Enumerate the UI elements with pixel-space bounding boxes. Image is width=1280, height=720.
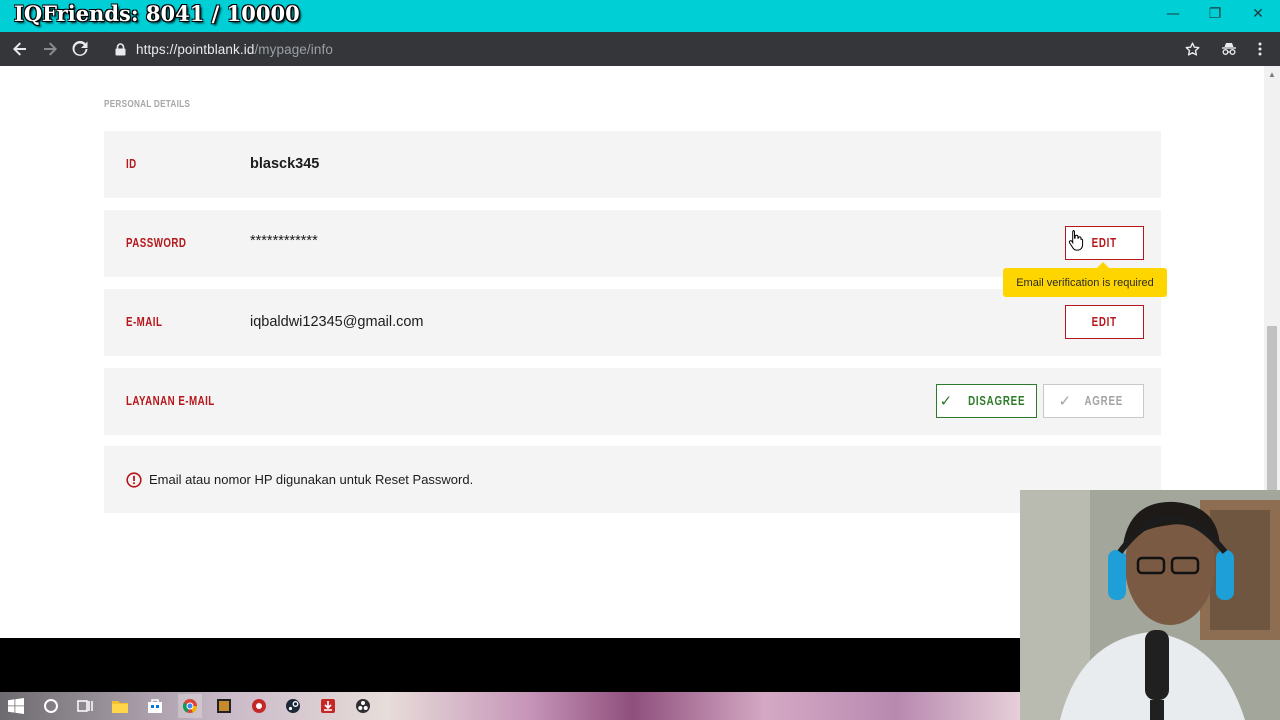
download-app-icon bbox=[321, 699, 335, 713]
alert-circle-icon bbox=[126, 472, 142, 488]
kebab-menu-icon bbox=[1258, 42, 1262, 56]
minimize-icon: — bbox=[1166, 6, 1180, 22]
record-button[interactable] bbox=[247, 694, 271, 718]
edit-email-button[interactable]: EDIT bbox=[1065, 305, 1144, 339]
incognito-button[interactable] bbox=[1217, 37, 1241, 61]
close-icon: ✕ bbox=[1252, 6, 1264, 22]
webcam-person-illustration bbox=[1020, 490, 1280, 720]
section-title: PERSONAL DETAILS bbox=[104, 99, 191, 110]
address-bar[interactable]: https://pointblank.id/mypage/info bbox=[102, 36, 1212, 62]
back-button[interactable] bbox=[8, 37, 32, 61]
reload-icon bbox=[72, 41, 88, 56]
edit-email-label: EDIT bbox=[1091, 315, 1118, 329]
email-row: E-MAIL iqbaldwi12345@gmail.com EDIT bbox=[104, 289, 1161, 356]
id-row: ID blasck345 bbox=[104, 131, 1161, 198]
back-arrow-icon bbox=[13, 42, 26, 56]
restore-button[interactable]: ❐ bbox=[1192, 0, 1238, 28]
bookmark-star-button[interactable] bbox=[1180, 37, 1204, 61]
window-titlebar: IQFriends: 8041 / 10000 — ❐ ✕ bbox=[0, 0, 1280, 32]
check-icon: ✓ bbox=[1058, 392, 1072, 410]
reload-button[interactable] bbox=[68, 37, 92, 61]
webcam-overlay bbox=[1020, 490, 1280, 720]
incognito-icon bbox=[1222, 43, 1236, 55]
store-button[interactable] bbox=[143, 694, 167, 718]
restore-icon: ❐ bbox=[1208, 6, 1222, 22]
obs-icon bbox=[356, 699, 370, 713]
password-row: PASSWORD ************ EDIT bbox=[104, 210, 1161, 277]
video-editor-button[interactable] bbox=[212, 694, 236, 718]
email-service-row: LAYANAN E-MAIL ✓ DISAGREE ✓ AGREE bbox=[104, 368, 1161, 435]
disagree-button[interactable]: ✓ DISAGREE bbox=[936, 384, 1037, 418]
check-icon: ✓ bbox=[939, 392, 953, 410]
cortana-icon bbox=[44, 699, 58, 713]
scroll-up-arrow-icon[interactable]: ▲ bbox=[1264, 66, 1280, 82]
agree-label: AGREE bbox=[1084, 394, 1124, 408]
minimize-button[interactable]: — bbox=[1150, 0, 1196, 28]
forward-button[interactable] bbox=[38, 37, 62, 61]
windows-start-icon bbox=[8, 698, 24, 714]
cortana-button[interactable] bbox=[39, 694, 63, 718]
url-text: https://pointblank.id/mypage/info bbox=[136, 42, 333, 57]
task-view-button[interactable] bbox=[73, 694, 97, 718]
hand-cursor-icon bbox=[1068, 230, 1084, 251]
email-service-label: LAYANAN E-MAIL bbox=[126, 394, 215, 408]
email-label: E-MAIL bbox=[126, 315, 163, 329]
star-icon bbox=[1185, 41, 1199, 56]
chrome-icon bbox=[182, 699, 198, 713]
agree-button[interactable]: ✓ AGREE bbox=[1043, 384, 1144, 418]
email-verification-tooltip: Email verification is required bbox=[1003, 268, 1167, 297]
file-explorer-icon bbox=[112, 701, 128, 713]
record-icon bbox=[252, 699, 266, 713]
password-value: ************ bbox=[250, 233, 318, 249]
browser-menu-button[interactable] bbox=[1248, 37, 1272, 61]
obs-button[interactable] bbox=[351, 694, 375, 718]
start-button[interactable] bbox=[4, 694, 28, 718]
close-window-button[interactable]: ✕ bbox=[1235, 0, 1280, 28]
notice-text: Email atau nomor HP digunakan untuk Rese… bbox=[149, 472, 474, 487]
video-editor-icon bbox=[217, 699, 231, 713]
store-icon bbox=[148, 699, 162, 713]
task-view-icon bbox=[77, 700, 93, 712]
disagree-label: DISAGREE bbox=[968, 394, 1026, 408]
url-path: /mypage/info bbox=[254, 41, 333, 57]
chrome-button[interactable] bbox=[178, 694, 202, 718]
browser-toolbar: https://pointblank.id/mypage/info bbox=[0, 32, 1280, 66]
windows-taskbar bbox=[0, 692, 1020, 720]
download-app-button[interactable] bbox=[316, 694, 340, 718]
file-explorer-button[interactable] bbox=[108, 694, 132, 718]
edit-password-label: EDIT bbox=[1091, 236, 1118, 250]
email-value: iqbaldwi12345@gmail.com bbox=[250, 314, 424, 330]
stream-overlay-counter: IQFriends: 8041 / 10000 bbox=[14, 1, 300, 26]
steam-button[interactable] bbox=[281, 694, 305, 718]
forward-arrow-icon bbox=[44, 42, 57, 56]
steam-icon bbox=[286, 699, 300, 713]
screen: IQFriends: 8041 / 10000 — ❐ ✕ https://po… bbox=[0, 0, 1280, 720]
url-host: https://pointblank.id bbox=[136, 41, 255, 57]
id-label: ID bbox=[126, 157, 137, 171]
password-label: PASSWORD bbox=[126, 236, 187, 250]
lock-icon bbox=[112, 41, 128, 57]
notice-row: Email atau nomor HP digunakan untuk Rese… bbox=[104, 446, 1161, 513]
id-value: blasck345 bbox=[250, 156, 320, 172]
